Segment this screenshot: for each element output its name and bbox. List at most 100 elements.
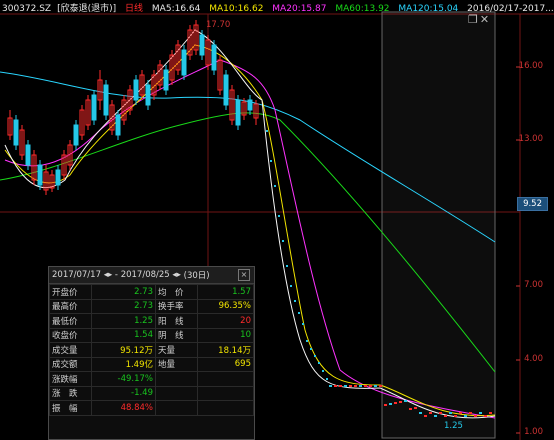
stats-cell-k1: 收盘价 <box>49 327 92 343</box>
low-candle <box>334 385 337 387</box>
low-candle <box>454 415 457 417</box>
ma60-label: MA60:13.92 <box>335 4 390 14</box>
low-candle <box>469 412 472 414</box>
candle-body <box>247 99 253 111</box>
axis-label-4: 4.00 <box>524 354 543 364</box>
limit-down-tick <box>282 240 284 242</box>
stats-cell-k1: 涨 跌 <box>49 385 92 401</box>
stats-cell-v1: 2.73 <box>91 298 156 314</box>
low-candle <box>339 385 342 387</box>
low-candle <box>369 385 372 387</box>
low-candle <box>329 385 332 387</box>
close-icon[interactable]: ✕ <box>480 13 489 26</box>
stats-cell-k2: 阳 线 <box>155 313 198 329</box>
stats-cell-v2 <box>197 400 254 416</box>
current-price-tag: 9.52 <box>517 197 548 211</box>
low-candle <box>424 415 427 417</box>
limit-down-tick <box>322 370 324 372</box>
limit-down-tick <box>266 130 268 132</box>
candle-body <box>223 74 229 106</box>
low-candle <box>374 385 377 387</box>
stats-cell-v2: 695 <box>197 356 254 372</box>
limit-down-tick <box>302 323 304 325</box>
stats-cell-v1: 1.25 <box>91 313 156 329</box>
stats-cell-k2 <box>155 400 198 416</box>
stats-row: 涨 跌 -1.49 <box>49 385 254 401</box>
stats-cell-k2 <box>155 385 198 401</box>
candle-body <box>115 114 121 136</box>
stats-row: 成交量 95.12万 天量 18.14万 <box>49 342 254 358</box>
stats-cell-v2: 1.57 <box>197 284 254 300</box>
stats-row: 收盘价 1.54 阴 线 10 <box>49 327 254 343</box>
low-candle <box>409 408 412 410</box>
limit-down-tick <box>270 160 272 162</box>
candle-body <box>133 79 139 101</box>
candle-body <box>199 34 205 56</box>
candle-body <box>181 49 187 76</box>
stats-cell-v1: 2.73 <box>91 284 156 300</box>
stats-row: 涨跌幅 -49.17% <box>49 371 254 387</box>
low-candle <box>384 404 387 406</box>
low-candle <box>484 415 487 417</box>
low-candle <box>404 400 407 402</box>
limit-down-tick <box>326 378 328 380</box>
stats-cell-v2: 20 <box>197 313 254 329</box>
stats-cell-k2: 阴 线 <box>155 327 198 343</box>
candle-body <box>13 119 19 146</box>
candle-body <box>103 84 109 116</box>
stats-cell-k1: 最低价 <box>49 313 92 329</box>
low-candle <box>379 385 382 387</box>
stats-cell-k2: 天量 <box>155 342 198 358</box>
ma20-label: MA20:15.87 <box>272 4 327 14</box>
panel-close-icon[interactable]: × <box>238 269 250 281</box>
low-candle <box>359 385 362 387</box>
stats-cell-k2 <box>155 371 198 387</box>
low-candle <box>364 385 367 387</box>
low-candle <box>429 412 432 414</box>
stats-cell-k1: 成交额 <box>49 356 92 372</box>
low-candle <box>489 412 492 414</box>
candle-body <box>163 69 169 91</box>
low-candle <box>419 412 422 414</box>
stats-cell-k1: 最高价 <box>49 298 92 314</box>
stock-name: [欣泰退(退市)] <box>57 4 117 14</box>
limit-down-tick <box>314 355 316 357</box>
stats-cell-v1: 1.54 <box>91 327 156 343</box>
axis-label-13: 13.00 <box>518 134 543 144</box>
stats-cell-v1: -49.17% <box>91 371 156 387</box>
limit-down-tick <box>294 300 296 302</box>
high-price-annotation: 17.70 <box>206 20 231 30</box>
selection-region <box>381 11 496 439</box>
limit-down-tick <box>298 312 300 314</box>
interval-stats-panel: 2017/07/17 ◂▸ - 2017/08/25 ◂▸ (30日) × 开盘… <box>48 266 255 440</box>
ma120-label: MA120:15.04 <box>398 4 459 14</box>
limit-down-tick <box>290 285 292 287</box>
low-candle <box>464 415 467 417</box>
low-candle <box>479 412 482 414</box>
stats-cell-v2 <box>197 385 254 401</box>
stats-cell-k1: 开盘价 <box>49 284 92 300</box>
candle-body <box>145 84 151 106</box>
stats-cell-v1: -1.49 <box>91 385 156 401</box>
candle-body <box>235 99 241 126</box>
candle-body <box>25 144 31 166</box>
restore-icon[interactable]: ❐ <box>468 13 478 26</box>
period-label[interactable]: 日线 <box>125 4 143 14</box>
low-candle <box>344 385 347 387</box>
panel-date-range: 2017/07/17 ◂▸ - 2017/08/25 ◂▸ <box>52 270 181 280</box>
stats-cell-k1: 涨跌幅 <box>49 371 92 387</box>
stats-row: 振 幅 48.84% <box>49 400 254 416</box>
stats-row: 最高价 2.73 换手率 96.35% <box>49 298 254 314</box>
limit-down-tick <box>318 362 320 364</box>
stats-row: 开盘价 2.73 均 价 1.57 <box>49 284 254 300</box>
low-candle <box>394 402 397 404</box>
selection-controls: ❐ ✕ <box>468 13 491 26</box>
candle-body <box>73 124 79 146</box>
low-candle <box>474 415 477 417</box>
stats-cell-k1: 振 幅 <box>49 400 92 416</box>
low-candle <box>449 412 452 414</box>
stats-cell-v2: 96.35% <box>197 298 254 314</box>
ma5-label: MA5:16.64 <box>151 4 201 14</box>
stats-cell-v2 <box>197 371 254 387</box>
candle-body <box>55 169 61 186</box>
